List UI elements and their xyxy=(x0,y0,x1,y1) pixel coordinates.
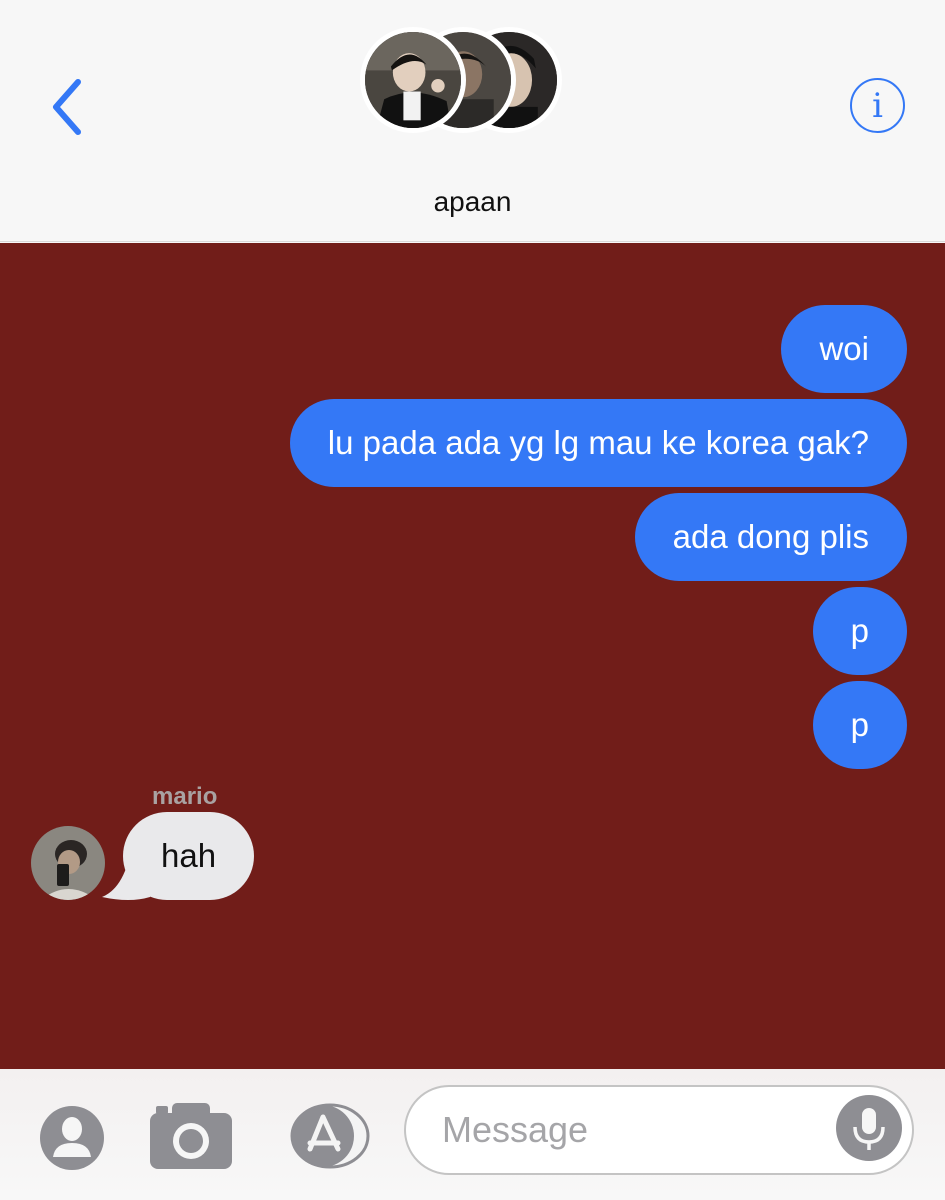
message-thread[interactable]: woi lu pada ada yg lg mau ke korea gak? … xyxy=(0,243,945,1069)
app-store-button[interactable] xyxy=(280,1103,370,1169)
chevron-left-icon xyxy=(53,79,81,135)
message-input[interactable] xyxy=(442,1105,822,1155)
incoming-message[interactable]: hah xyxy=(123,812,255,900)
microphone-icon xyxy=(853,1108,885,1150)
conversation-header: i apaan xyxy=(0,0,945,242)
composer-bar xyxy=(0,1069,945,1200)
camera-icon xyxy=(150,1103,232,1169)
outgoing-message[interactable]: woi xyxy=(781,305,907,393)
back-button[interactable] xyxy=(44,72,94,142)
info-button[interactable]: i xyxy=(850,78,905,133)
app-store-icon xyxy=(290,1103,370,1169)
outgoing-message[interactable]: p xyxy=(812,681,907,769)
dictation-button[interactable] xyxy=(836,1095,902,1161)
message-field[interactable] xyxy=(404,1085,914,1175)
contact-button[interactable] xyxy=(39,1105,105,1171)
outgoing-message[interactable]: p xyxy=(812,587,907,675)
contact-icon xyxy=(40,1106,104,1170)
info-icon: i xyxy=(872,85,883,126)
sender-name: mario xyxy=(152,783,218,810)
group-name[interactable]: apaan xyxy=(0,186,945,218)
outgoing-message[interactable]: lu pada ada yg lg mau ke korea gak? xyxy=(289,399,907,487)
group-avatars[interactable] xyxy=(358,24,568,136)
outgoing-message[interactable]: ada dong plis xyxy=(634,493,907,581)
group-avatar-1 xyxy=(360,27,466,133)
camera-button[interactable] xyxy=(150,1103,232,1169)
sender-avatar[interactable] xyxy=(31,826,105,900)
